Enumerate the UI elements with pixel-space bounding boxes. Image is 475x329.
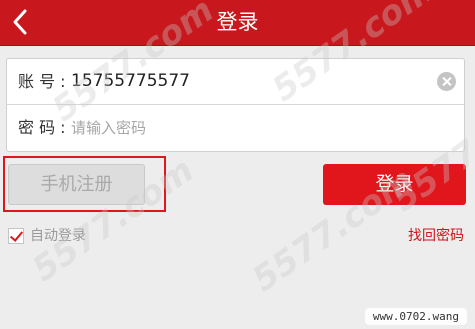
password-row: 密 码 : bbox=[7, 105, 464, 150]
phone-register-button[interactable]: 手机注册 bbox=[8, 164, 145, 205]
page-title: 登录 bbox=[216, 10, 259, 34]
account-field[interactable]: 15755775577 bbox=[71, 59, 190, 104]
checkbox-checked-icon[interactable] bbox=[8, 228, 24, 244]
login-button[interactable]: 登录 bbox=[323, 164, 466, 205]
top-bar: 登录 bbox=[0, 0, 475, 46]
password-field[interactable] bbox=[67, 114, 435, 142]
password-label: 密 码 : bbox=[18, 118, 66, 137]
site-watermark: www.0702.wang bbox=[364, 308, 467, 325]
auto-login-label: 自动登录 bbox=[30, 228, 86, 244]
clear-icon[interactable] bbox=[437, 72, 456, 91]
account-row: 账 号 : 15755775577 bbox=[7, 59, 464, 105]
login-form: 账 号 : 15755775577 密 码 : bbox=[6, 58, 465, 152]
forgot-password-link[interactable]: 找回密码 bbox=[408, 228, 464, 245]
account-label: 账 号 : bbox=[18, 72, 66, 91]
